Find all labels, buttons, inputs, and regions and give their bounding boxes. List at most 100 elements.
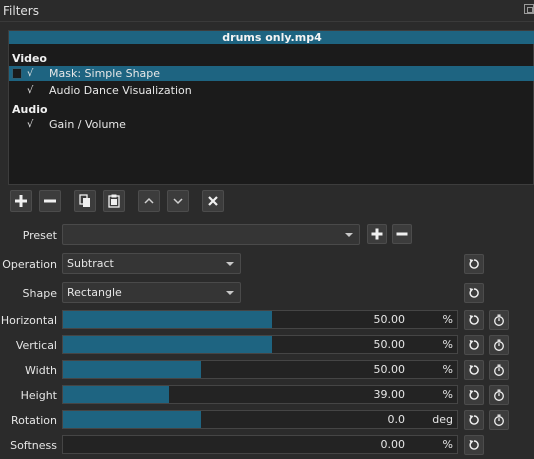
- shape-reset-button[interactable]: [464, 283, 484, 303]
- slider-value[interactable]: 50.00: [374, 363, 406, 376]
- shape-value: Rectangle: [67, 286, 122, 299]
- move-filter-down-button[interactable]: [167, 190, 189, 212]
- chevron-down-icon: [226, 262, 234, 266]
- height-keyframe-button[interactable]: [489, 385, 509, 405]
- slider-unit: %: [442, 388, 453, 401]
- group-label-video: Video: [12, 52, 47, 65]
- slider-value[interactable]: 50.00: [374, 338, 406, 351]
- rotation-reset-button[interactable]: [464, 410, 484, 430]
- filter-list[interactable]: drums only.mp4 Video √ Mask: Simple Shap…: [8, 30, 534, 185]
- slider-fill: [63, 336, 272, 353]
- preset-label: Preset: [22, 229, 57, 242]
- float-icon[interactable]: [524, 4, 534, 14]
- rotation-slider[interactable]: 0.0 deg: [62, 410, 458, 429]
- slider-value[interactable]: 0.0: [388, 413, 406, 426]
- filter-row-mask-simple-shape[interactable]: √ Mask: Simple Shape: [9, 66, 534, 81]
- width-reset-button[interactable]: [464, 360, 484, 380]
- slider-fill: [63, 386, 170, 403]
- deselect-filter-button[interactable]: [202, 190, 224, 212]
- check-icon: √: [27, 68, 34, 79]
- softness-label: Softness: [10, 439, 57, 452]
- add-icon: [371, 228, 383, 240]
- softness-reset-button[interactable]: [464, 435, 484, 455]
- rotation-label: Rotation: [10, 414, 57, 427]
- move-down-icon: [173, 198, 183, 205]
- width-keyframe-button[interactable]: [489, 360, 509, 380]
- add-icon: [15, 195, 27, 207]
- remove-icon: [396, 232, 408, 236]
- move-up-icon: [144, 197, 154, 204]
- vertical-slider[interactable]: 50.00 %: [62, 335, 458, 354]
- reset-icon: [469, 315, 479, 325]
- panel-titlebar: Filters: [0, 0, 534, 22]
- paste-filter-button[interactable]: [103, 190, 125, 212]
- slider-fill: [63, 361, 201, 378]
- check-icon[interactable]: √: [27, 83, 33, 98]
- slider-value[interactable]: 39.00: [374, 388, 406, 401]
- copy-filter-button[interactable]: [74, 190, 96, 212]
- vertical-keyframe-button[interactable]: [489, 335, 509, 355]
- remove-filter-button[interactable]: [39, 190, 61, 212]
- slider-fill: [63, 411, 201, 428]
- horizontal-slider[interactable]: 50.00 %: [62, 310, 458, 329]
- stopwatch-icon: [494, 364, 504, 376]
- vertical-reset-button[interactable]: [464, 335, 484, 355]
- vertical-label: Vertical: [15, 339, 57, 352]
- horizontal-keyframe-button[interactable]: [489, 310, 509, 330]
- height-reset-button[interactable]: [464, 385, 484, 405]
- reset-icon: [469, 415, 479, 425]
- shape-label: Shape: [22, 287, 57, 300]
- width-slider[interactable]: 50.00 %: [62, 360, 458, 379]
- slider-value[interactable]: 0.00: [381, 438, 406, 451]
- stopwatch-icon: [494, 314, 504, 326]
- reset-icon: [469, 440, 479, 450]
- stopwatch-icon: [494, 414, 504, 426]
- filter-label: Audio Dance Visualization: [49, 84, 192, 97]
- copy-icon: [79, 194, 90, 207]
- group-label-audio: Audio: [12, 103, 48, 116]
- slider-value[interactable]: 50.00: [374, 313, 406, 326]
- chevron-down-icon: [226, 291, 234, 295]
- filter-label: Mask: Simple Shape: [49, 67, 161, 80]
- height-label: Height: [20, 389, 57, 402]
- reset-icon: [469, 390, 479, 400]
- remove-icon: [44, 199, 56, 203]
- add-preset-button[interactable]: [367, 224, 387, 244]
- remove-preset-button[interactable]: [392, 224, 412, 244]
- operation-combo[interactable]: Subtract: [62, 253, 241, 274]
- filter-row-audio-dance-visualization[interactable]: √ Audio Dance Visualization: [9, 83, 534, 98]
- filter-checkbox[interactable]: [12, 68, 22, 79]
- slider-unit: %: [442, 363, 453, 376]
- slider-unit: deg: [432, 413, 453, 426]
- add-filter-button[interactable]: [10, 190, 32, 212]
- slider-unit: %: [442, 338, 453, 351]
- operation-reset-button[interactable]: [464, 254, 484, 274]
- slider-unit: %: [442, 313, 453, 326]
- rotation-keyframe-button[interactable]: [489, 410, 509, 430]
- move-filter-up-button[interactable]: [138, 190, 160, 212]
- paste-icon: [108, 194, 120, 208]
- preset-combo[interactable]: [62, 224, 360, 245]
- width-label: Width: [25, 364, 57, 377]
- filter-label: Gain / Volume: [49, 118, 126, 131]
- panel-title: Filters: [3, 4, 39, 18]
- clip-name-header: drums only.mp4: [9, 31, 534, 44]
- deselect-icon: [208, 196, 218, 206]
- stopwatch-icon: [494, 389, 504, 401]
- operation-label: Operation: [2, 258, 57, 271]
- slider-unit: %: [442, 438, 453, 451]
- stopwatch-icon: [494, 339, 504, 351]
- reset-icon: [469, 365, 479, 375]
- operation-value: Subtract: [67, 257, 114, 270]
- shape-combo[interactable]: Rectangle: [62, 282, 241, 303]
- filter-row-gain-volume[interactable]: √ Gain / Volume: [9, 117, 534, 132]
- softness-slider[interactable]: 0.00 %: [62, 435, 458, 454]
- reset-icon: [469, 340, 479, 350]
- horizontal-reset-button[interactable]: [464, 310, 484, 330]
- height-slider[interactable]: 39.00 %: [62, 385, 458, 404]
- chevron-down-icon: [345, 233, 353, 237]
- check-icon[interactable]: √: [27, 117, 33, 132]
- reset-icon: [469, 259, 479, 269]
- slider-fill: [63, 311, 272, 328]
- horizontal-label: Horizontal: [0, 314, 57, 327]
